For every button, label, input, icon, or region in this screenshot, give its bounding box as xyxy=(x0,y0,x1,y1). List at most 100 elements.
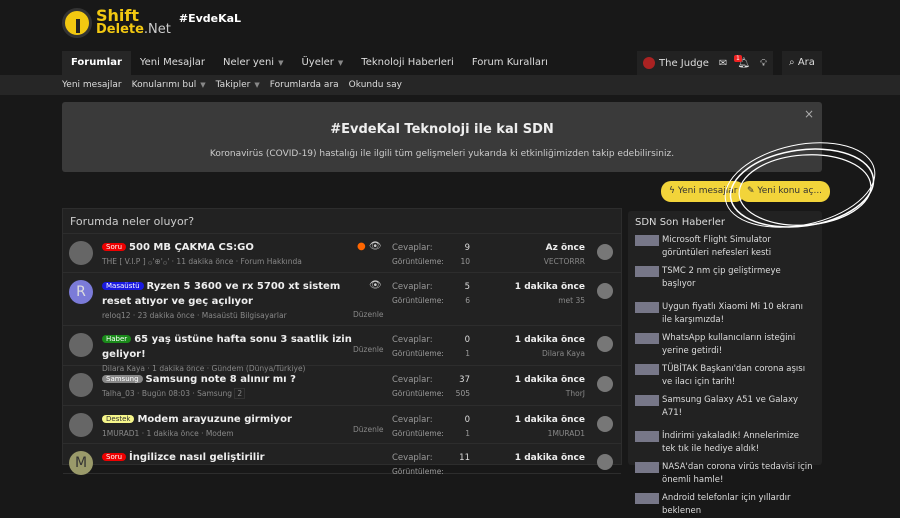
avatar[interactable] xyxy=(69,373,93,397)
lightbulb-icon[interactable]: 💡︎ xyxy=(760,58,767,69)
thread-title[interactable]: Soru 500 MB ÇAKMA CS:GO xyxy=(102,240,352,255)
tab-forumlar[interactable]: Forumlar xyxy=(62,51,131,75)
avatar[interactable] xyxy=(69,413,93,437)
last-post[interactable]: 1 dakika önce 1MURAD1 xyxy=(515,413,585,441)
search-icon: ⌕ xyxy=(789,57,795,68)
last-post[interactable]: 1 dakika önce ThorJ xyxy=(515,373,585,401)
news-item[interactable]: TSMC 2 nm çip geliştirmeye başlıyor xyxy=(628,265,822,291)
thread-title[interactable]: Samsung Samsung note 8 alınır mı ? xyxy=(102,372,352,387)
last-poster-avatar[interactable] xyxy=(597,416,613,432)
subnav-takipler[interactable]: Takipler ▼ xyxy=(216,80,260,90)
last-post[interactable]: Az önce VECTORRR xyxy=(544,241,585,269)
news-thumbnail xyxy=(635,266,659,277)
thread-stats: Cevaplar: 5 Görüntüleme: 6 xyxy=(392,282,470,305)
news-thumbnail xyxy=(635,235,659,246)
tab-neler-yeni[interactable]: Neler yeni ▼ xyxy=(214,51,292,75)
thread-title[interactable]: Soru İngilizce nasıl geliştirilir xyxy=(102,450,352,465)
last-poster-avatar[interactable] xyxy=(597,454,613,470)
news-item[interactable]: Microsoft Flight Simulator görüntüleri n… xyxy=(628,234,822,260)
notification-badge: 1 xyxy=(734,55,742,62)
tab-forum-kurallari[interactable]: Forum Kuralları xyxy=(463,51,557,75)
thread-prefix[interactable]: Soru xyxy=(102,453,127,461)
thread-stats: Cevaplar: 0 Görüntüleme: 1 xyxy=(392,415,470,438)
emoji-icon: ● xyxy=(357,241,366,252)
avatar[interactable] xyxy=(69,333,93,357)
last-post[interactable]: 1 dakika önce Dilara Kaya xyxy=(515,333,585,361)
user-nav: The Judge ✉ 🔔︎ 1 💡︎ xyxy=(637,51,774,75)
news-thumbnail xyxy=(635,493,659,504)
thread-stats: Cevaplar: 9 Görüntüleme: 10 xyxy=(392,243,470,266)
news-item[interactable]: Uygun fiyatlı Xiaomi Mi 10 ekranı ile ka… xyxy=(628,301,822,327)
logo-icon xyxy=(62,8,92,38)
thread-row[interactable]: R Masaüstü Ryzen 5 3600 ve rx 5700 xt sis… xyxy=(63,273,621,326)
tab-yeni-mesajlar[interactable]: Yeni Mesajlar xyxy=(131,51,214,75)
edit-link[interactable]: Düzenle xyxy=(353,310,384,319)
new-posts-button[interactable]: ϟ Yeni mesajlar xyxy=(661,181,746,202)
panel-title: Forumda neler oluyor? xyxy=(63,209,621,234)
thread-title[interactable]: Destek Modem arayuzune girmiyor xyxy=(102,412,352,427)
hashtag: #EvdeKaL xyxy=(178,12,242,25)
thread-prefix[interactable]: Samsung xyxy=(102,375,143,383)
banner-title: #EvdeKal Teknoloji ile kal SDN xyxy=(330,122,554,137)
thread-prefix[interactable]: Haber xyxy=(102,335,132,343)
new-thread-button[interactable]: ✎ Yeni konu aç... xyxy=(739,181,831,202)
thread-row[interactable]: M Soru İngilizce nasıl geliştirilir Cevap… xyxy=(63,444,621,476)
edit-icon: ✎ xyxy=(747,186,755,196)
thread-row[interactable]: Soru 500 MB ÇAKMA CS:GO THE [ V.I.P ] ۞'⊕… xyxy=(63,234,621,273)
thread-title[interactable]: Haber 65 yaş üstüne hafta sonu 3 saatlik … xyxy=(102,332,352,362)
news-thumbnail xyxy=(635,333,659,344)
thread-prefix[interactable]: Soru xyxy=(102,243,127,251)
thread-stats: Cevaplar: 11 Görüntüleme: xyxy=(392,453,470,476)
thread-row[interactable]: Samsung Samsung note 8 alınır mı ? Talha_… xyxy=(63,366,621,406)
news-thumbnail xyxy=(635,364,659,375)
bolt-icon: ϟ xyxy=(669,186,675,196)
last-poster-avatar[interactable] xyxy=(597,283,613,299)
thread-prefix[interactable]: Masaüstü xyxy=(102,282,144,290)
sub-nav: Yeni mesajlar Konularımı bul ▼ Takipler ▼ … xyxy=(0,75,900,95)
subnav-konularimi-bul[interactable]: Konularımı bul ▼ xyxy=(132,80,206,90)
last-poster-avatar[interactable] xyxy=(597,244,613,260)
mail-icon[interactable]: ✉ xyxy=(719,58,727,69)
thread-meta: Talha_03 · Bugün 08:03 · Samsung 2 xyxy=(102,388,352,399)
last-poster-avatar[interactable] xyxy=(597,376,613,392)
close-icon[interactable]: × xyxy=(804,107,814,121)
whats-new-panel: Forumda neler oluyor? Soru 500 MB ÇAKMA C… xyxy=(62,208,622,476)
news-thumbnail xyxy=(635,395,659,406)
page-link[interactable]: 2 xyxy=(234,388,246,399)
news-item[interactable]: İndirimi yakaladık! Annelerimize tek tık… xyxy=(628,430,822,456)
chevron-down-icon: ▼ xyxy=(337,59,344,67)
avatar[interactable] xyxy=(69,241,93,265)
subnav-okundu-say[interactable]: Okundu say xyxy=(349,80,402,90)
last-poster-avatar[interactable] xyxy=(597,336,613,352)
last-post[interactable]: 1 dakika önce xyxy=(515,451,585,465)
user-menu[interactable]: The Judge xyxy=(643,57,709,69)
search-button[interactable]: ⌕ Ara xyxy=(782,51,822,75)
thread-row[interactable]: Destek Modem arayuzune girmiyor 1MURAD1 ·… xyxy=(63,406,621,444)
news-item[interactable]: TÜBİTAK Başkanı'dan corona aşısı ve ilac… xyxy=(628,363,822,389)
edit-link[interactable]: Düzenle xyxy=(353,425,384,434)
notice-banner: #EvdeKal Teknoloji ile kal SDN Koronavir… xyxy=(62,102,822,172)
logo-text-shift: Shift xyxy=(96,6,140,25)
eye-icon: 👁︎ xyxy=(369,280,382,291)
news-item[interactable]: Android telefonlar için yıllardır beklen… xyxy=(628,492,822,518)
thread-title[interactable]: Masaüstü Ryzen 5 3600 ve rx 5700 xt siste… xyxy=(102,279,352,309)
tab-uyeler[interactable]: Üyeler ▼ xyxy=(292,51,352,75)
status-icons: ● 👁︎ xyxy=(357,241,382,252)
edit-link[interactable]: Düzenle xyxy=(353,345,384,354)
news-item[interactable]: WhatsApp kullanıcıların isteğini yerine … xyxy=(628,332,822,358)
thread-prefix[interactable]: Destek xyxy=(102,415,135,423)
chevron-down-icon: ▼ xyxy=(278,59,284,67)
last-post[interactable]: 1 dakika önce met 35 xyxy=(515,280,585,308)
avatar[interactable]: R xyxy=(69,280,93,304)
site-logo[interactable]: Shift Delete.Net #EvdeKaL xyxy=(62,8,241,38)
thread-stats: Cevaplar: 37 Görüntüleme: 505 xyxy=(392,375,470,398)
news-thumbnail xyxy=(635,462,659,473)
news-thumbnail xyxy=(635,431,659,442)
avatar xyxy=(643,57,655,69)
thread-row[interactable]: Haber 65 yaş üstüne hafta sonu 3 saatlik … xyxy=(63,326,621,373)
avatar[interactable]: M xyxy=(69,451,93,475)
subnav-forumlarda-ara[interactable]: Forumlarda ara xyxy=(270,80,339,90)
tab-teknoloji-haberleri[interactable]: Teknoloji Haberleri xyxy=(352,51,463,75)
news-item[interactable]: Samsung Galaxy A51 ve Galaxy A71! xyxy=(628,394,822,420)
subnav-yeni-mesajlar[interactable]: Yeni mesajlar xyxy=(62,80,122,90)
